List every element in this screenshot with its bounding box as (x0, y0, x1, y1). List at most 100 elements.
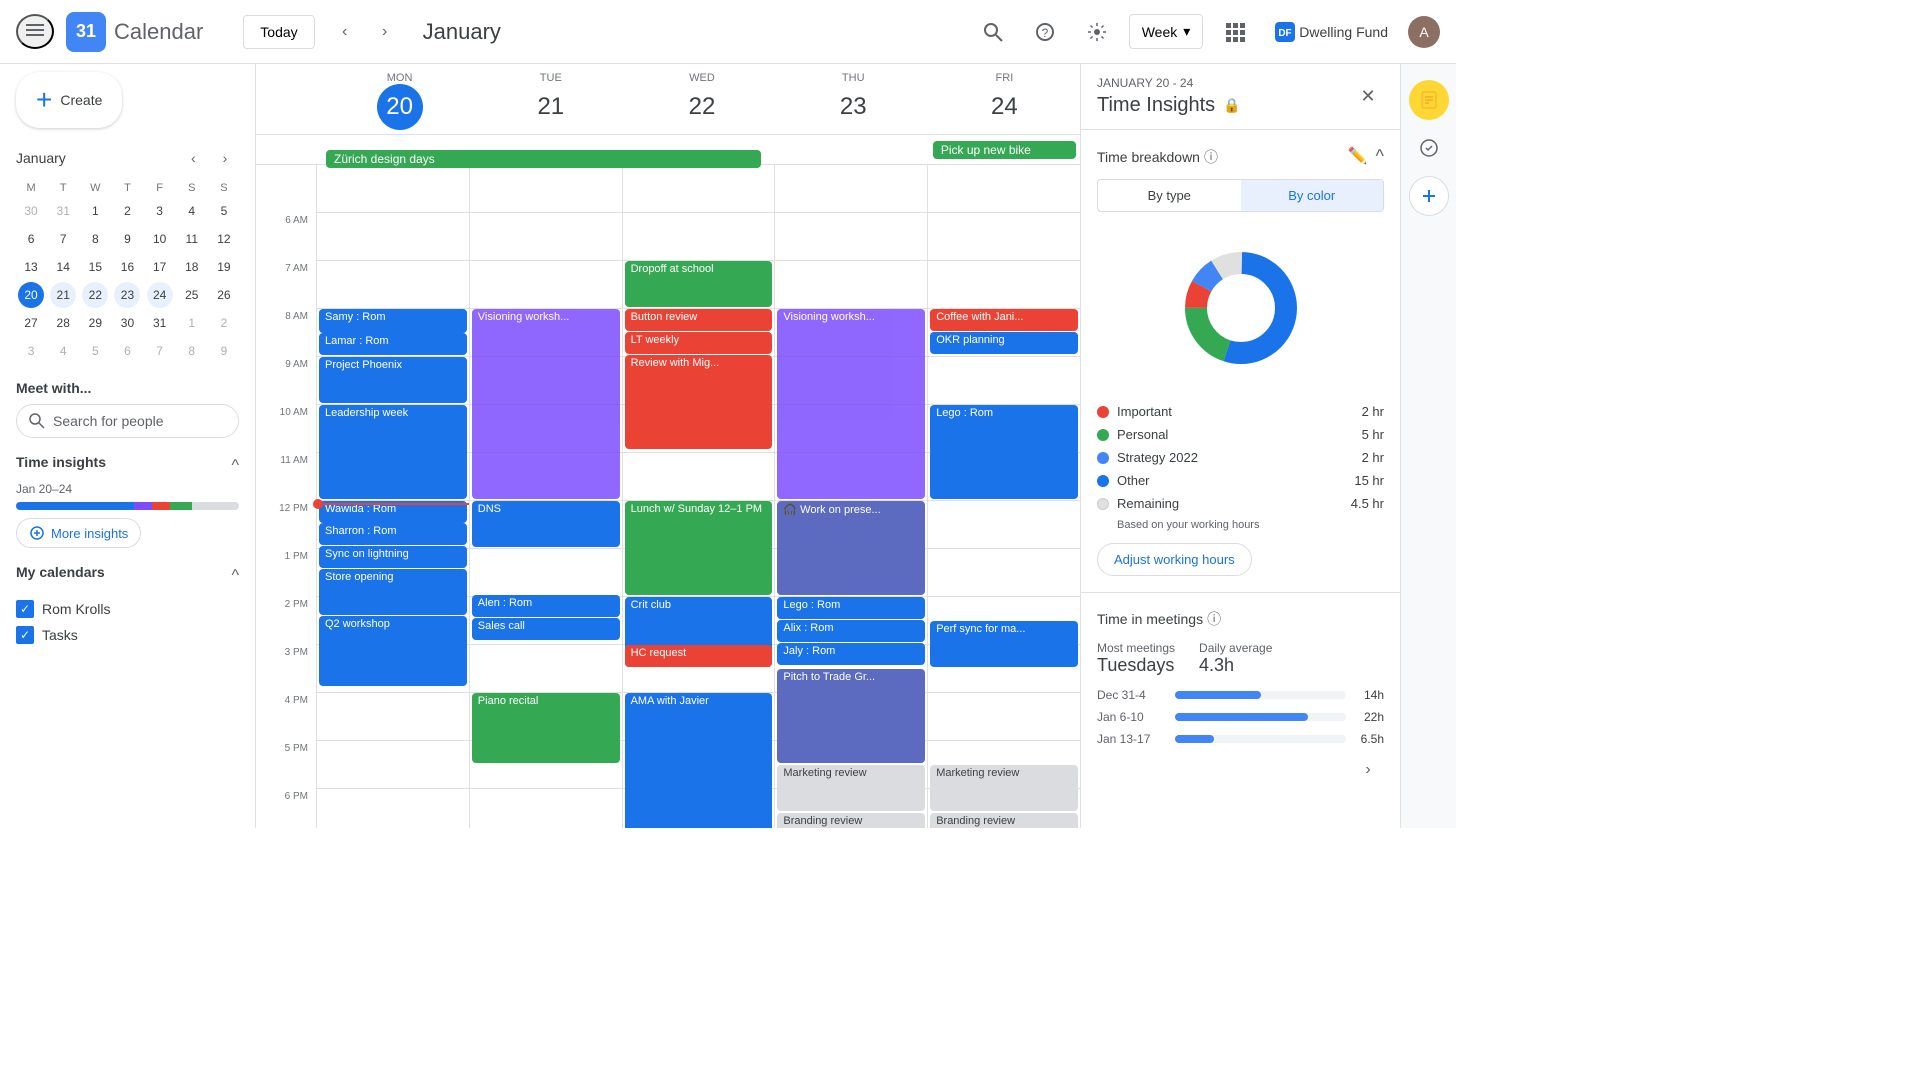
perf-sync-event[interactable]: Perf sync for ma... (930, 621, 1078, 667)
mini-cal-day[interactable]: 13 (18, 254, 44, 280)
breakdown-edit-icon[interactable]: ✏️ (1348, 146, 1368, 167)
samy-event[interactable]: Samy : Rom (319, 309, 467, 333)
mini-cal-today[interactable]: 20 (18, 282, 44, 308)
tab-by-color[interactable]: By color (1241, 180, 1384, 211)
mini-cal-day[interactable]: 5 (211, 198, 237, 224)
adjust-hours-button[interactable]: Adjust working hours (1097, 543, 1252, 576)
dropoff-event[interactable]: Dropoff at school (625, 261, 773, 307)
ama-javier-event[interactable]: AMA with Javier (625, 693, 773, 828)
search-icon-btn[interactable] (973, 12, 1013, 52)
meetings-next-arrow[interactable]: › (1352, 754, 1384, 786)
mini-cal-day[interactable]: 21 (50, 282, 76, 308)
button-review-event[interactable]: Button review (625, 309, 773, 331)
mini-cal-day[interactable]: 9 (211, 338, 237, 364)
marketing-thu-event[interactable]: Marketing review (777, 765, 925, 811)
day-num-20[interactable]: 20 (377, 84, 423, 130)
mini-cal-day[interactable]: 9 (114, 226, 140, 252)
dns-event[interactable]: DNS (472, 501, 620, 547)
calendar-item-tasks[interactable]: ✓ Tasks (16, 622, 239, 648)
prev-button[interactable]: ‹ (327, 14, 363, 50)
mini-cal-day[interactable]: 6 (114, 338, 140, 364)
app-logo[interactable]: 31 Calendar (66, 12, 203, 52)
mini-cal-day[interactable]: 10 (147, 226, 173, 252)
mini-cal-day[interactable]: 30 (114, 310, 140, 336)
pitch-trade-event[interactable]: Pitch to Trade Gr... (777, 669, 925, 763)
mini-cal-day[interactable]: 4 (50, 338, 76, 364)
visioning-thu-event[interactable]: Visioning worksh... (777, 309, 925, 499)
sync-lightning-event[interactable]: Sync on lightning (319, 546, 467, 568)
mini-cal-day[interactable]: 11 (179, 226, 205, 252)
mini-cal-day[interactable]: 24 (147, 282, 173, 308)
search-people-input[interactable]: Search for people (16, 404, 239, 438)
mini-cal-day[interactable]: 31 (147, 310, 173, 336)
mini-cal-day[interactable]: 29 (82, 310, 108, 336)
tab-by-type[interactable]: By type (1098, 180, 1241, 211)
alen-event[interactable]: Alen : Rom (472, 595, 620, 617)
alix-event[interactable]: Alix : Rom (777, 620, 925, 642)
next-button[interactable]: › (367, 14, 403, 50)
strip-tasks-icon[interactable] (1409, 128, 1449, 168)
mini-cal-day[interactable]: 12 (211, 226, 237, 252)
mini-cal-day[interactable]: 6 (18, 226, 44, 252)
day-num-24[interactable]: 24 (981, 84, 1027, 130)
day-num-22[interactable]: 22 (679, 84, 725, 130)
mini-cal-day[interactable]: 5 (82, 338, 108, 364)
mini-cal-day[interactable]: 3 (147, 198, 173, 224)
mini-cal-day[interactable]: 23 (114, 282, 140, 308)
mini-cal-day[interactable]: 25 (179, 282, 205, 308)
mini-cal-day[interactable]: 7 (147, 338, 173, 364)
coffee-jani-event[interactable]: Coffee with Jani... (930, 309, 1078, 331)
pickup-bike-event[interactable]: Pick up new bike (933, 141, 1076, 159)
today-button[interactable]: Today (243, 15, 314, 49)
close-panel-button[interactable]: ✕ (1352, 81, 1384, 113)
mini-cal-day[interactable]: 27 (18, 310, 44, 336)
calendars-collapse[interactable]: ^ (231, 567, 239, 585)
lt-weekly-event[interactable]: LT weekly (625, 332, 773, 354)
mini-cal-day[interactable]: 8 (179, 338, 205, 364)
lego-fri-event[interactable]: Lego : Rom (930, 405, 1078, 499)
strip-add-icon[interactable] (1409, 176, 1449, 216)
more-insights-button[interactable]: More insights (16, 518, 141, 548)
lamar-event[interactable]: Lamar : Rom (319, 333, 467, 355)
mini-cal-day[interactable]: 15 (82, 254, 108, 280)
mini-cal-day[interactable]: 19 (211, 254, 237, 280)
day-num-23[interactable]: 23 (830, 84, 876, 130)
work-prese-event[interactable]: 🎧 Work on prese... (777, 501, 925, 595)
time-insights-collapse[interactable]: ^ (231, 457, 239, 475)
mini-cal-day[interactable]: 4 (179, 198, 205, 224)
project-phoenix-event[interactable]: Project Phoenix (319, 357, 467, 403)
apps-icon-btn[interactable] (1215, 12, 1255, 52)
sales-call-event[interactable]: Sales call (472, 618, 620, 640)
review-mig-event[interactable]: Review with Mig... (625, 355, 773, 449)
calendar-item-rom[interactable]: ✓ Rom Krolls (16, 596, 239, 622)
mini-cal-day[interactable]: 2 (114, 198, 140, 224)
mini-cal-day[interactable]: 16 (114, 254, 140, 280)
store-opening-event[interactable]: Store opening (319, 569, 467, 615)
user-avatar[interactable]: A (1408, 16, 1440, 48)
breakdown-collapse-icon[interactable]: ^ (1376, 146, 1384, 167)
menu-icon[interactable] (16, 14, 54, 49)
create-button[interactable]: + Create (16, 72, 122, 128)
mini-cal-day[interactable]: 3 (18, 338, 44, 364)
zurich-event[interactable]: Zürich design days (326, 150, 761, 168)
visioning-tue-event[interactable]: Visioning worksh... (472, 309, 620, 499)
mini-cal-day[interactable]: 26 (211, 282, 237, 308)
branding-thu-event[interactable]: Branding review (777, 813, 925, 828)
mini-cal-day[interactable]: 1 (179, 310, 205, 336)
mini-cal-day[interactable]: 1 (82, 198, 108, 224)
marketing-fri-event[interactable]: Marketing review (930, 765, 1078, 811)
mini-cal-day[interactable]: 18 (179, 254, 205, 280)
meetings-info-icon[interactable]: ⓘ (1207, 609, 1221, 629)
settings-icon-btn[interactable] (1077, 12, 1117, 52)
mini-cal-next[interactable]: › (211, 144, 239, 172)
mini-cal-day[interactable]: 17 (147, 254, 173, 280)
day-num-21[interactable]: 21 (528, 84, 574, 130)
q2-workshop-event[interactable]: Q2 workshop (319, 616, 467, 686)
mini-cal-day[interactable]: 14 (50, 254, 76, 280)
mini-cal-day[interactable]: 2 (211, 310, 237, 336)
mini-cal-day[interactable]: 7 (50, 226, 76, 252)
breakdown-info-icon[interactable]: ⓘ (1204, 147, 1218, 167)
rom-checkbox[interactable]: ✓ (16, 600, 34, 618)
lego-event[interactable]: Lego : Rom (777, 597, 925, 619)
jaly-event[interactable]: Jaly : Rom (777, 643, 925, 665)
